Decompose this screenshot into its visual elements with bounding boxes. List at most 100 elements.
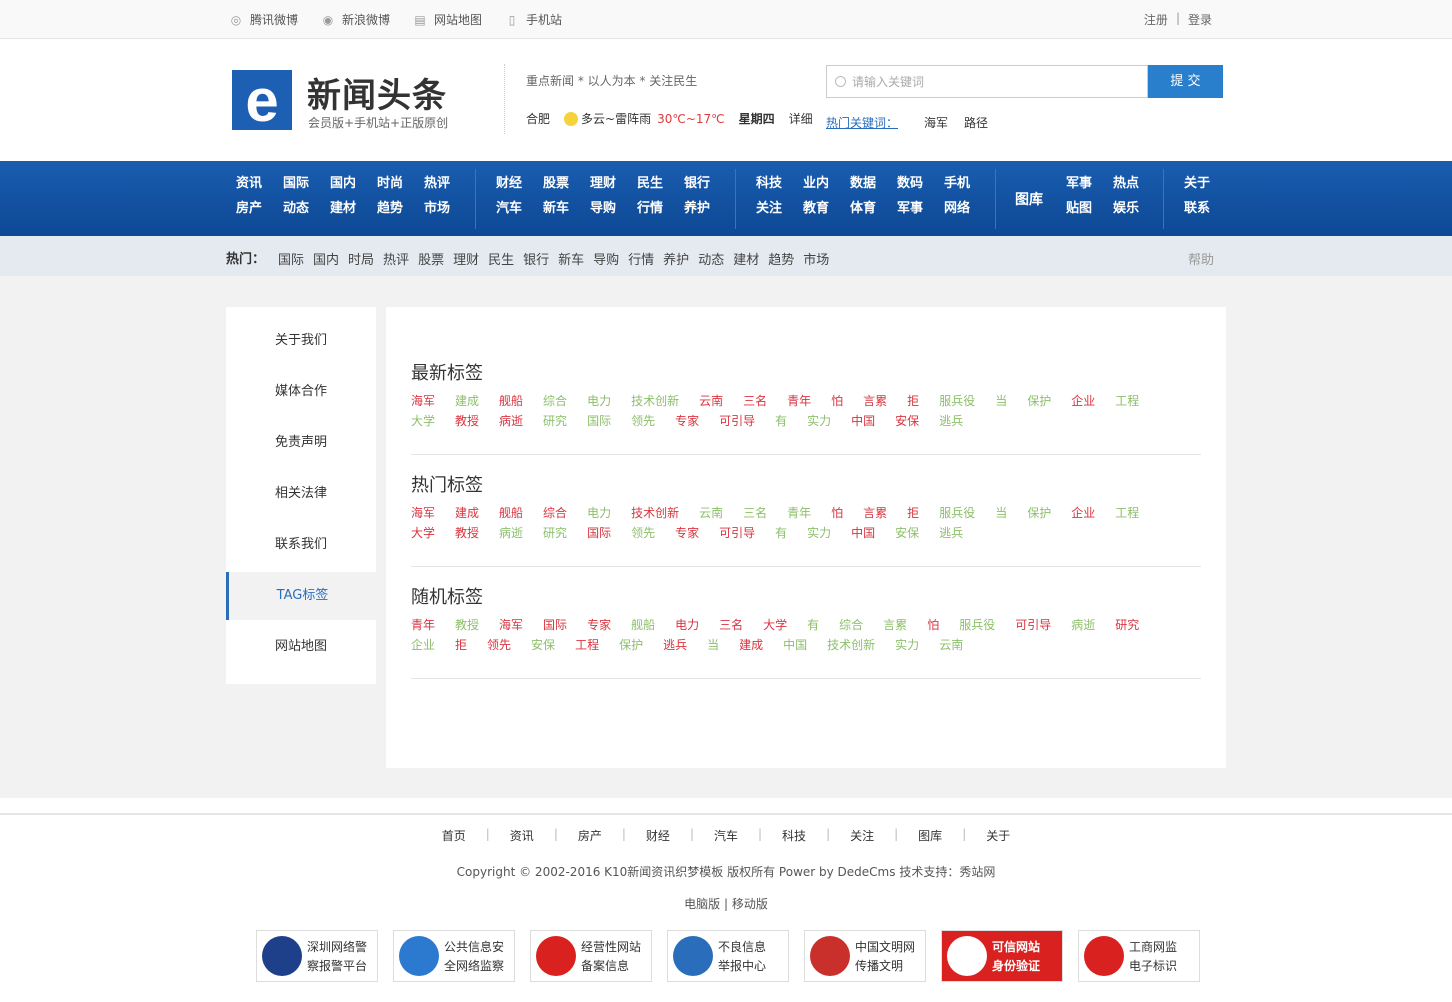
footer-nav-link[interactable]: 资讯 xyxy=(510,827,534,844)
nav-item[interactable]: 理财 xyxy=(590,175,637,192)
tag-link[interactable]: 企业 xyxy=(1071,503,1115,523)
hot-keyword-link[interactable]: 路径 xyxy=(964,114,988,131)
tag-link[interactable]: 病逝 xyxy=(1071,615,1115,635)
weather-detail-link[interactable]: 详细 xyxy=(789,110,813,127)
sidebar-item[interactable]: 网站地图 xyxy=(226,623,376,671)
tag-link[interactable]: 可引导 xyxy=(719,523,775,543)
nav-item[interactable]: 联系 xyxy=(1184,200,1231,217)
tag-link[interactable]: 电力 xyxy=(675,615,719,635)
hot-item-link[interactable]: 行情 xyxy=(628,249,663,268)
nav-item[interactable]: 新车 xyxy=(543,200,590,217)
hot-item-link[interactable]: 动态 xyxy=(698,249,733,268)
nav-item[interactable]: 业内 xyxy=(803,175,850,192)
nav-item-pictures[interactable]: 图库 xyxy=(1015,189,1043,209)
tag-link[interactable]: 拒 xyxy=(455,635,487,655)
footer-nav-link[interactable]: 图库 xyxy=(918,827,942,844)
tag-link[interactable]: 怕 xyxy=(831,391,863,411)
hot-item-link[interactable]: 股票 xyxy=(418,249,453,268)
nav-item[interactable]: 热点 xyxy=(1113,175,1160,192)
tag-link[interactable]: 教授 xyxy=(455,615,499,635)
nav-item[interactable]: 行情 xyxy=(637,200,684,217)
tag-link[interactable]: 研究 xyxy=(543,411,587,431)
nav-item[interactable]: 热评 xyxy=(424,175,471,192)
tag-link[interactable]: 专家 xyxy=(675,523,719,543)
hot-item-link[interactable]: 养护 xyxy=(663,249,698,268)
search-input[interactable]: 请输入关键词 xyxy=(826,65,1148,98)
register-link[interactable]: 注册 xyxy=(1144,11,1168,28)
tag-link[interactable]: 企业 xyxy=(411,635,455,655)
tag-link[interactable]: 综合 xyxy=(543,503,587,523)
sidebar-item[interactable]: 关于我们 xyxy=(226,317,376,365)
nav-item[interactable]: 网络 xyxy=(944,200,991,217)
tag-link[interactable]: 领先 xyxy=(631,523,675,543)
tag-link[interactable]: 大学 xyxy=(411,523,455,543)
tag-link[interactable]: 安保 xyxy=(531,635,575,655)
tag-link[interactable]: 实力 xyxy=(807,411,851,431)
hot-item-link[interactable]: 新车 xyxy=(558,249,593,268)
hot-item-link[interactable]: 国际 xyxy=(278,249,313,268)
tag-link[interactable]: 实力 xyxy=(895,635,939,655)
tag-link[interactable]: 有 xyxy=(775,411,807,431)
hot-item-link[interactable]: 理财 xyxy=(453,249,488,268)
tag-link[interactable]: 海军 xyxy=(411,503,455,523)
tag-link[interactable]: 专家 xyxy=(675,411,719,431)
hot-item-link[interactable]: 市场 xyxy=(803,249,838,268)
tag-link[interactable]: 拒 xyxy=(907,391,939,411)
trust-badge[interactable]: 不良信息 举报中心 xyxy=(667,930,789,982)
login-link[interactable]: 登录 xyxy=(1188,11,1212,28)
trust-badge[interactable]: 中国文明网 传播文明 xyxy=(804,930,926,982)
tag-link[interactable]: 言累 xyxy=(863,391,907,411)
sitemap-link[interactable]: ▤ 网站地图 xyxy=(412,11,482,28)
hot-keyword-link[interactable]: 海军 xyxy=(924,114,948,131)
tag-link[interactable]: 青年 xyxy=(411,615,455,635)
mobile-link[interactable]: ▯ 手机站 xyxy=(504,11,562,28)
tag-link[interactable]: 有 xyxy=(775,523,807,543)
footer-nav-link[interactable]: 汽车 xyxy=(714,827,738,844)
tag-link[interactable]: 舰船 xyxy=(499,391,543,411)
nav-item[interactable]: 趋势 xyxy=(377,200,424,217)
hot-item-link[interactable]: 时局 xyxy=(348,249,383,268)
version-switch[interactable]: 电脑版 | 移动版 xyxy=(0,895,1452,912)
site-logo[interactable]: e xyxy=(232,67,292,134)
nav-item[interactable]: 数码 xyxy=(897,175,944,192)
trust-badge[interactable]: 公共信息安 全网络监察 xyxy=(393,930,515,982)
nav-item[interactable]: 房产 xyxy=(236,200,283,217)
sidebar-item[interactable]: 相关法律 xyxy=(226,470,376,518)
nav-item[interactable]: 动态 xyxy=(283,200,330,217)
hot-item-link[interactable]: 导购 xyxy=(593,249,628,268)
tag-link[interactable]: 逃兵 xyxy=(939,411,983,431)
nav-item[interactable]: 养护 xyxy=(684,200,731,217)
sidebar-item[interactable]: TAG标签 xyxy=(226,572,376,620)
tag-link[interactable]: 当 xyxy=(707,635,739,655)
tag-link[interactable]: 教授 xyxy=(455,411,499,431)
tag-link[interactable]: 言累 xyxy=(863,503,907,523)
tag-link[interactable]: 有 xyxy=(807,615,839,635)
tag-link[interactable]: 怕 xyxy=(927,615,959,635)
tag-link[interactable]: 云南 xyxy=(699,391,743,411)
tag-link[interactable]: 电力 xyxy=(587,391,631,411)
tag-link[interactable]: 工程 xyxy=(1115,391,1159,411)
tag-link[interactable]: 领先 xyxy=(487,635,531,655)
hot-item-link[interactable]: 民生 xyxy=(488,249,523,268)
tag-link[interactable]: 三名 xyxy=(743,391,787,411)
nav-item[interactable]: 关于 xyxy=(1184,175,1231,192)
tag-link[interactable]: 青年 xyxy=(787,503,831,523)
tag-link[interactable]: 当 xyxy=(995,503,1027,523)
nav-item[interactable]: 军事 xyxy=(897,200,944,217)
nav-item[interactable]: 银行 xyxy=(684,175,731,192)
tag-link[interactable]: 中国 xyxy=(851,523,895,543)
tag-link[interactable]: 云南 xyxy=(939,635,983,655)
tag-link[interactable]: 研究 xyxy=(1115,615,1159,635)
footer-nav-link[interactable]: 财经 xyxy=(646,827,670,844)
nav-item[interactable]: 股票 xyxy=(543,175,590,192)
sina-weibo-link[interactable]: ◉ 新浪微博 xyxy=(320,11,390,28)
sidebar-item[interactable]: 媒体合作 xyxy=(226,368,376,416)
trust-badge[interactable]: 深圳网络警 察报警平台 xyxy=(256,930,378,982)
tag-link[interactable]: 教授 xyxy=(455,523,499,543)
tag-link[interactable]: 中国 xyxy=(851,411,895,431)
sidebar-item[interactable]: 联系我们 xyxy=(226,521,376,569)
tag-link[interactable]: 拒 xyxy=(907,503,939,523)
tencent-weibo-link[interactable]: ◎ 腾讯微博 xyxy=(228,11,298,28)
tag-link[interactable]: 国际 xyxy=(587,411,631,431)
tag-link[interactable]: 保护 xyxy=(1027,503,1071,523)
